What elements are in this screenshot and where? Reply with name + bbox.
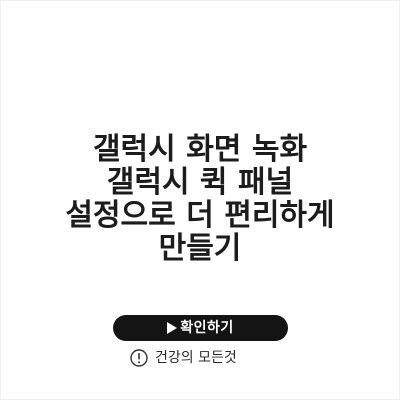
title-line-2: 갤럭시 퀵 패널 xyxy=(106,165,294,200)
title-line-3: 설정으로 더 편리하게 xyxy=(65,198,335,233)
page-title: 갤럭시 화면 녹화 갤럭시 퀵 패널 설정으로 더 편리하게 만들기 xyxy=(20,133,380,265)
frame-left-line xyxy=(0,0,1,400)
health-notice-link[interactable]: 건강의 모든것 xyxy=(130,345,290,371)
title-line-1: 갤럭시 화면 녹화 xyxy=(92,132,308,167)
exclamation-circle-icon xyxy=(130,349,148,367)
page: 갤럭시 화면 녹화 갤럭시 퀵 패널 설정으로 더 편리하게 만들기 확인하기 … xyxy=(0,0,400,400)
frame-top-line xyxy=(0,0,400,1)
title-line-4: 만들기 xyxy=(158,231,242,266)
confirm-button[interactable]: 확인하기 xyxy=(113,315,288,341)
confirm-button-label: 확인하기 xyxy=(180,320,234,336)
play-icon xyxy=(167,322,178,334)
health-notice-label: 건강의 모든것 xyxy=(155,350,237,366)
